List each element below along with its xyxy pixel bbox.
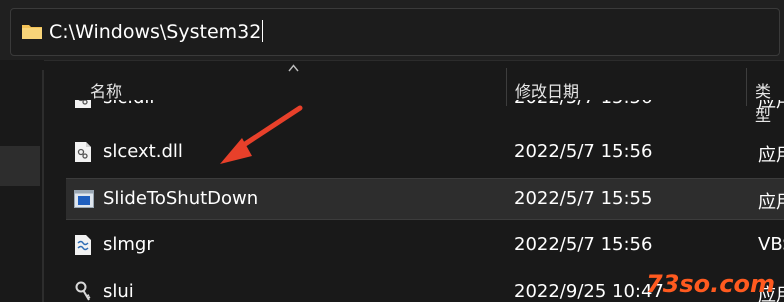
- file-row-selected[interactable]: SlideToShutDown 2022/5/7 15:55 应用程序: [66, 178, 784, 220]
- key-icon: [75, 281, 91, 301]
- folder-icon: [22, 25, 42, 39]
- file-date: 2022/5/7 15:56: [514, 100, 652, 108]
- address-path: C:\Windows\System32: [49, 21, 262, 43]
- watermark: 73so.com: [646, 270, 776, 298]
- address-bar: C:\Windows\System32: [0, 0, 784, 61]
- file-row[interactable]: slcext.dll 2022/5/7 15:56 应用程序扩展: [66, 132, 784, 172]
- sort-ascending-icon[interactable]: [288, 64, 299, 72]
- file-date: 2022/5/7 15:56: [514, 234, 653, 255]
- file-name: slcext.dll: [103, 141, 183, 162]
- file-date: 2022/9/25 10:47: [514, 281, 664, 302]
- file-row[interactable]: slc.dll 2022/5/7 15:56 应用程序扩展: [66, 100, 784, 118]
- file-row[interactable]: slmgr 2022/5/7 15:56 VBScript: [66, 225, 784, 265]
- file-name: slui: [103, 281, 134, 302]
- file-type: 应用程序扩展: [758, 145, 784, 166]
- file-name: SlideToShutDown: [103, 188, 259, 209]
- nav-pane-selected-item[interactable]: [0, 146, 40, 186]
- dll-icon: [75, 100, 91, 108]
- file-date: 2022/5/7 15:56: [514, 141, 653, 162]
- text-caret: [262, 20, 264, 42]
- file-type: 应用程序: [758, 192, 784, 213]
- column-date-modified[interactable]: 修改日期: [515, 78, 579, 102]
- annotation-arrow: [220, 105, 303, 164]
- file-type: VBScript: [758, 234, 784, 255]
- script-icon: [75, 235, 91, 255]
- file-name: slc.dll: [103, 100, 154, 108]
- file-name: slmgr: [103, 234, 154, 255]
- dll-icon: [75, 142, 91, 162]
- file-type: 应用程序扩展: [758, 100, 784, 112]
- navigation-pane-scrollbar[interactable]: [42, 70, 44, 302]
- exe-icon: [74, 190, 94, 208]
- address-input[interactable]: C:\Windows\System32: [10, 8, 780, 56]
- column-name[interactable]: 名称: [90, 78, 122, 102]
- file-date: 2022/5/7 15:55: [514, 188, 653, 209]
